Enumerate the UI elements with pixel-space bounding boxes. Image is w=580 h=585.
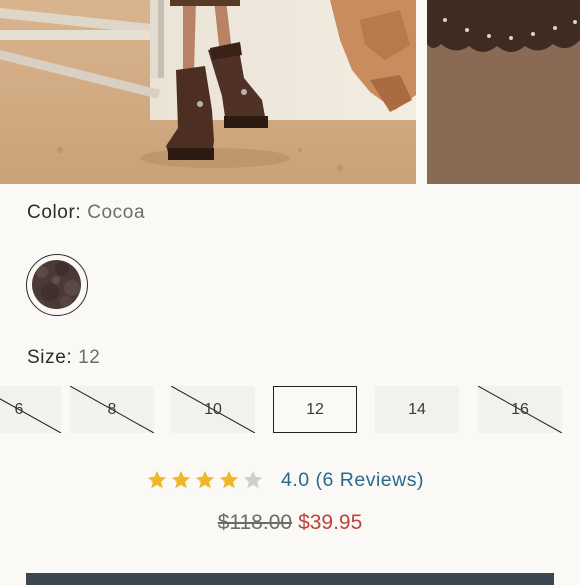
size-selector-label: Size: 12 bbox=[27, 347, 100, 369]
size-option-12[interactable]: 12 bbox=[273, 386, 357, 433]
size-option-16[interactable]: 16 bbox=[478, 386, 562, 433]
reviews-link[interactable]: 4.0 (6 Reviews) bbox=[281, 469, 424, 492]
size-option-14[interactable]: 14 bbox=[375, 386, 459, 433]
size-value: 12 bbox=[78, 347, 101, 368]
size-option-6[interactable]: 6 bbox=[0, 386, 61, 433]
size-option-label: 8 bbox=[107, 400, 117, 418]
color-selector-label: Color: Cocoa bbox=[27, 202, 145, 224]
star-filled-icon bbox=[147, 470, 167, 489]
star-filled-icon bbox=[171, 470, 191, 489]
size-option-8[interactable]: 8 bbox=[70, 386, 154, 433]
rating-stars bbox=[146, 469, 264, 491]
boots-photo-illustration bbox=[0, 0, 416, 184]
sale-price: $39.95 bbox=[298, 511, 363, 534]
star-filled-icon bbox=[195, 470, 215, 489]
size-option-10[interactable]: 10 bbox=[171, 386, 255, 433]
unavailable-strike-icon bbox=[0, 398, 61, 433]
add-to-bag-button[interactable] bbox=[26, 573, 554, 585]
size-option-label: 16 bbox=[511, 400, 529, 418]
size-option-label: 6 bbox=[14, 400, 24, 418]
size-label: Size: bbox=[27, 347, 73, 368]
color-swatch-cocoa[interactable] bbox=[26, 254, 88, 316]
size-option-label: 10 bbox=[204, 400, 222, 418]
star-empty-icon bbox=[243, 470, 263, 489]
studded-hem-illustration bbox=[427, 0, 580, 184]
original-price: $118.00 bbox=[217, 511, 293, 534]
leather-texture bbox=[32, 260, 81, 309]
product-photo-detail[interactable] bbox=[427, 0, 580, 184]
size-option-label: 14 bbox=[408, 400, 426, 418]
product-image-gallery[interactable] bbox=[0, 0, 580, 184]
product-photo-boots[interactable] bbox=[0, 0, 416, 184]
color-label: Color: bbox=[27, 202, 82, 223]
product-rating: 4.0 (6 Reviews) bbox=[146, 466, 424, 494]
star-filled-icon bbox=[219, 470, 239, 489]
color-value: Cocoa bbox=[87, 202, 146, 223]
price: $118.00 $39.95 bbox=[0, 511, 580, 535]
size-option-label: 12 bbox=[306, 400, 324, 418]
